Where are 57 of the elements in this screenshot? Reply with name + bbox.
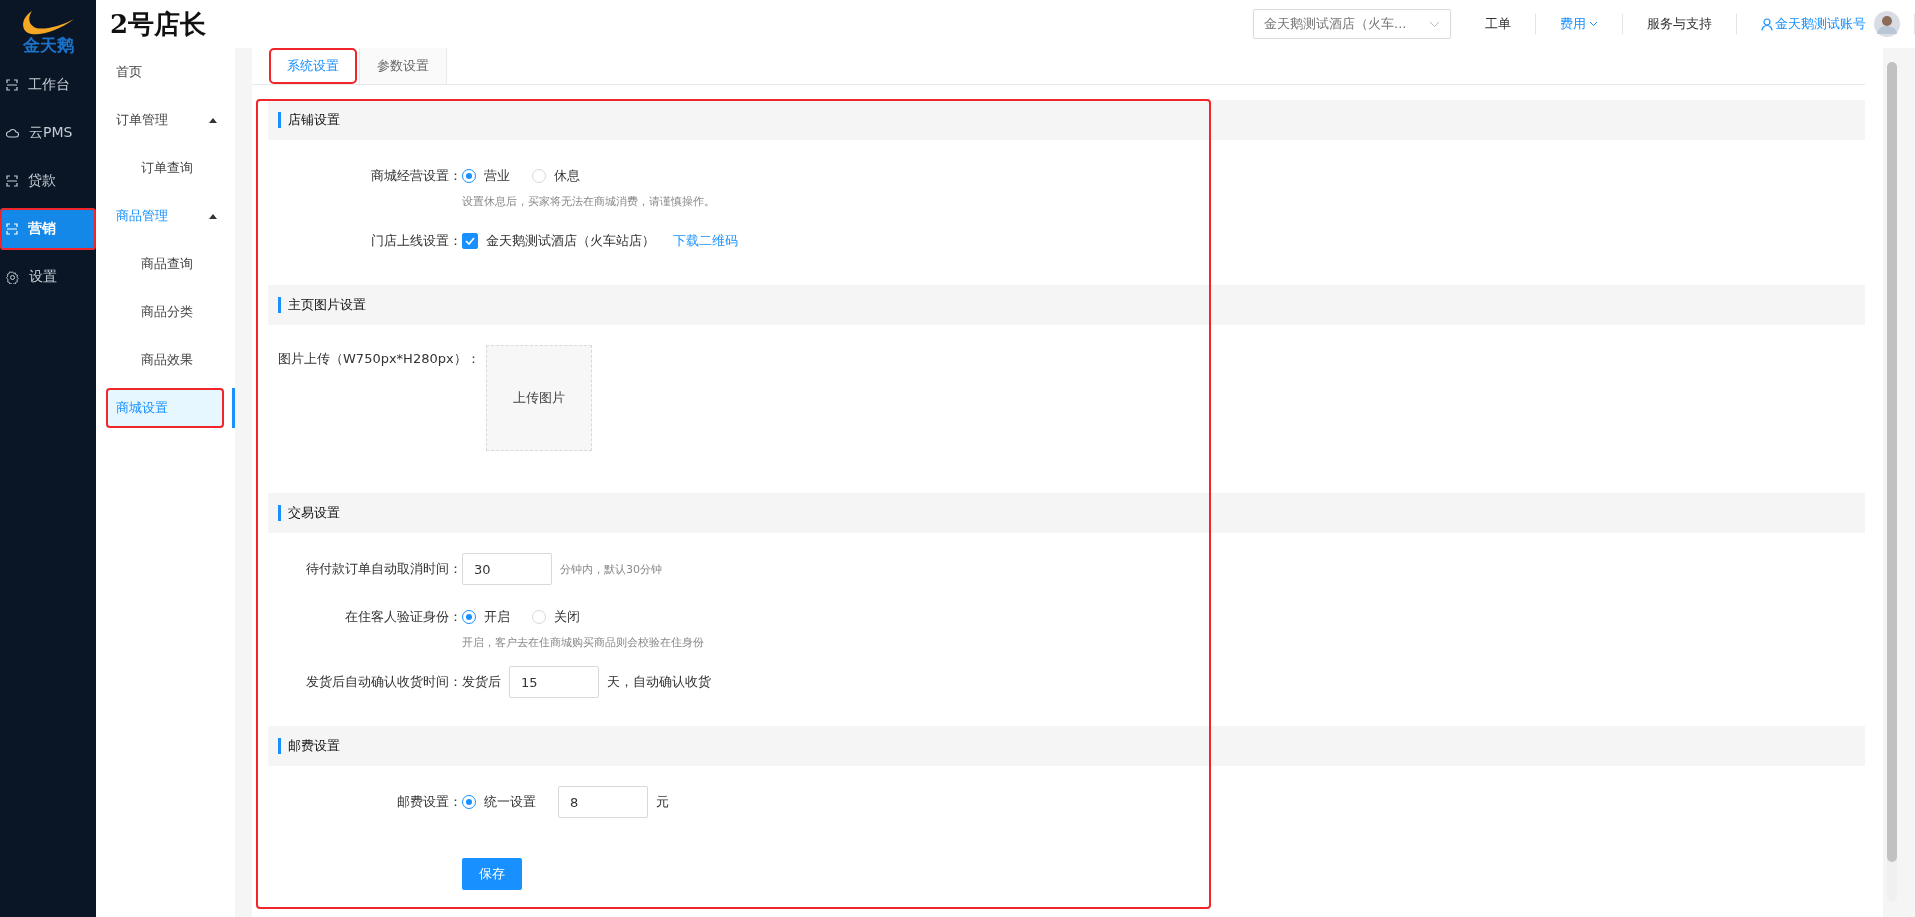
app-title: 2号店长 xyxy=(110,7,207,41)
caret-icon xyxy=(1429,20,1440,28)
nav-link[interactable]: 服务与支持 xyxy=(1623,15,1736,33)
radio-option[interactable]: 关闭 xyxy=(532,608,580,626)
logo-text: 金天鹅 xyxy=(22,35,74,55)
input-field[interactable]: 15 xyxy=(509,666,599,698)
store-select[interactable]: 金天鹅测试酒店（火车... xyxy=(1253,9,1451,39)
field-label: 在住客人验证身份： xyxy=(344,608,462,626)
scrollbar[interactable] xyxy=(1887,62,1897,902)
nav-link[interactable]: 工单 xyxy=(1461,15,1535,33)
radio-option[interactable]: 统一设置 xyxy=(462,793,536,811)
unit-text: 元 xyxy=(656,793,669,811)
section-title: 主页图片设置 xyxy=(288,296,366,314)
sidebar-item[interactable]: 工作台 xyxy=(0,64,96,106)
menu-item[interactable]: 商品分类 xyxy=(96,292,235,332)
input-field[interactable]: 30 xyxy=(462,553,552,585)
field-label: 邮费设置： xyxy=(396,793,462,811)
sidebar-item[interactable]: 营销 xyxy=(0,208,96,250)
tab[interactable]: 参数设置 xyxy=(359,48,447,84)
scan-icon xyxy=(6,175,18,187)
field-label: 发货后自动确认收货时间： xyxy=(305,673,462,691)
input-field[interactable]: 8 xyxy=(558,786,648,818)
menu-item[interactable]: 首页 xyxy=(96,52,235,92)
hint-text: 开启，客户去在住商城购买商品则会校验在住身份 xyxy=(462,635,704,650)
scan-icon xyxy=(6,79,18,91)
chevron-icon xyxy=(209,213,217,219)
menu-item[interactable]: 商品效果 xyxy=(96,340,235,380)
section-title: 邮费设置 xyxy=(288,737,340,755)
radio-option[interactable]: 开启 xyxy=(462,608,510,626)
menu-item[interactable]: 订单查询 xyxy=(96,148,235,188)
menu-group[interactable]: 订单管理 xyxy=(96,100,235,140)
unit-text: 分钟内，默认30分钟 xyxy=(560,561,662,577)
sidebar-item[interactable]: 云PMS xyxy=(0,112,96,154)
settings-icon xyxy=(6,270,19,284)
sidebar-item[interactable]: 设置 xyxy=(0,256,96,298)
field-label: 门店上线设置： xyxy=(370,232,462,250)
avatar[interactable] xyxy=(1874,11,1900,37)
upload-button[interactable]: 上传图片 xyxy=(485,345,592,451)
prefix-text: 发货后 xyxy=(462,673,501,691)
scan-icon xyxy=(6,223,18,235)
radio-option[interactable]: 营业 xyxy=(462,167,510,185)
menu-item[interactable]: 商品查询 xyxy=(96,244,235,284)
radio-option[interactable]: 休息 xyxy=(532,167,580,185)
chevron-icon xyxy=(209,117,217,123)
field-label: 图片上传（W750px*H280px）： xyxy=(278,351,480,367)
field-label: 待付款订单自动取消时间： xyxy=(305,560,462,578)
checkbox[interactable] xyxy=(462,233,478,249)
sidebar-item[interactable]: 贷款 xyxy=(0,160,96,202)
hint-text: 设置休息后，买家将无法在商城消费，请谨慎操作。 xyxy=(462,194,715,209)
check-icon xyxy=(465,237,475,245)
store-name: 金天鹅测试酒店（火车站店） xyxy=(486,232,655,250)
cloud-icon xyxy=(6,128,19,138)
unit-text: 天，自动确认收货 xyxy=(607,673,711,691)
section-title: 交易设置 xyxy=(288,504,340,522)
field-label: 商城经营设置： xyxy=(370,167,462,185)
user-icon xyxy=(1761,17,1773,31)
section-title: 店铺设置 xyxy=(288,111,340,129)
